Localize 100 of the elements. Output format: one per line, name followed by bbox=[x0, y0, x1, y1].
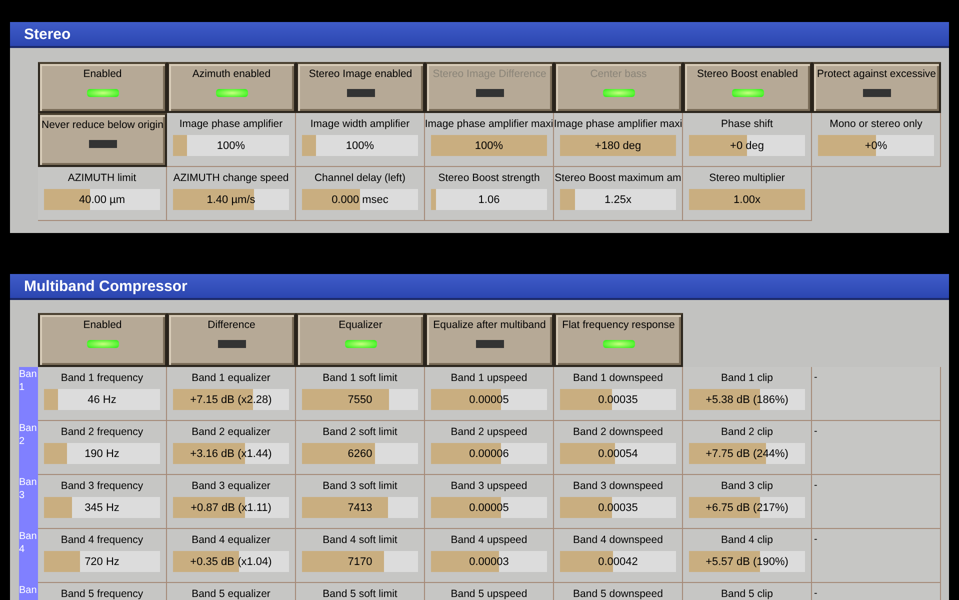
slider-value: 720 Hz bbox=[84, 556, 120, 568]
slider-label: Image phase amplifier maxi bbox=[424, 118, 554, 130]
slider-value: 0.00006 bbox=[469, 448, 509, 460]
slider-track[interactable]: 100% bbox=[173, 135, 289, 156]
slider-track[interactable]: +5.57 dB (190%) bbox=[689, 551, 805, 572]
toggle-button[interactable]: Stereo Image enabled bbox=[296, 62, 425, 113]
slider-track[interactable]: 0.00005 bbox=[431, 389, 547, 410]
slider-label: Image phase amplifier maxi bbox=[554, 118, 682, 130]
slider-value: +0.35 dB (x1.04) bbox=[190, 556, 272, 568]
slider-track[interactable]: 1.00x bbox=[689, 189, 805, 210]
slider-value: 1.40 µm/s bbox=[206, 194, 256, 206]
slider-value: 100% bbox=[216, 140, 246, 152]
toggle-button[interactable]: Difference bbox=[167, 313, 296, 367]
panel-title: Multiband Compressor bbox=[24, 278, 188, 294]
slider-track[interactable]: 0.00003 bbox=[431, 551, 547, 572]
slider-track[interactable]: 0.00035 bbox=[560, 497, 676, 518]
slider-track[interactable]: 190 Hz bbox=[44, 443, 160, 464]
slider-value: 0.00042 bbox=[598, 556, 638, 568]
slider-value: 0.00005 bbox=[469, 502, 509, 514]
slider-track[interactable]: +6.75 dB (217%) bbox=[689, 497, 805, 518]
slider-label: AZIMUTH limit bbox=[68, 172, 136, 184]
slider-value: +5.38 dB (186%) bbox=[706, 394, 788, 406]
slider-track[interactable]: 0.000 msec bbox=[302, 189, 418, 210]
slider-track[interactable]: 46 Hz bbox=[44, 389, 160, 410]
slider-track[interactable]: +7.75 dB (244%) bbox=[689, 443, 805, 464]
dash-text: - bbox=[814, 480, 818, 491]
toggle-button[interactable]: Flat frequency response bbox=[554, 313, 683, 367]
slider-label: Band 4 downspeed bbox=[573, 534, 663, 546]
slider-track[interactable]: +0 deg bbox=[689, 135, 805, 156]
slider-label: Band 4 soft limit bbox=[322, 534, 398, 546]
slider-label: Channel delay (left) bbox=[314, 172, 406, 184]
slider-label: Band 2 upspeed bbox=[450, 426, 528, 438]
toggle-button[interactable]: Stereo Boost enabled bbox=[683, 62, 812, 113]
slider-track[interactable]: 6260 bbox=[302, 443, 418, 464]
slider-label: Band 1 clip bbox=[721, 372, 773, 384]
toggle-button[interactable]: Enabled bbox=[38, 313, 167, 367]
slider-label: Image width amplifier bbox=[310, 118, 410, 130]
toggle-button[interactable]: Never reduce below origin bbox=[38, 113, 167, 167]
slider-value: 0.000 msec bbox=[332, 194, 388, 206]
dash-text: - bbox=[814, 588, 818, 599]
slider-track[interactable]: 100% bbox=[302, 135, 418, 156]
slider-label: Band 3 frequency bbox=[60, 480, 144, 492]
slider-track[interactable]: +0% bbox=[818, 135, 934, 156]
slider-value: 7550 bbox=[348, 394, 372, 406]
slider-label: Band 2 clip bbox=[721, 426, 773, 438]
dash-text: - bbox=[814, 372, 818, 383]
toggle-button[interactable]: Equalize after multiband bbox=[425, 313, 554, 367]
toggle-button[interactable]: Enabled bbox=[38, 62, 167, 113]
slider-track[interactable]: 7170 bbox=[302, 551, 418, 572]
slider-track[interactable]: 40.00 µm bbox=[44, 189, 160, 210]
slider-label: Band 5 frequency bbox=[60, 588, 144, 600]
slider-label: Band 3 downspeed bbox=[573, 480, 663, 492]
slider-track[interactable]: +7.15 dB (x2.28) bbox=[173, 389, 289, 410]
slider-label: Band 2 downspeed bbox=[573, 426, 663, 438]
slider-label: AZIMUTH change speed bbox=[173, 172, 289, 184]
slider-track[interactable]: 0.00006 bbox=[431, 443, 547, 464]
dash-text: - bbox=[814, 426, 818, 437]
slider-track[interactable]: 720 Hz bbox=[44, 551, 160, 572]
slider-track[interactable]: 1.25x bbox=[560, 189, 676, 210]
slider-label: Stereo multiplier bbox=[709, 172, 785, 184]
toggle-button[interactable]: Azimuth enabled bbox=[167, 62, 296, 113]
toggle-button[interactable]: Equalizer bbox=[296, 313, 425, 367]
slider-value: +0.87 dB (x1.11) bbox=[190, 502, 272, 514]
slider-track[interactable]: 7413 bbox=[302, 497, 418, 518]
slider-value: +0% bbox=[864, 140, 888, 152]
slider-label: Band 1 frequency bbox=[60, 372, 144, 384]
slider-track[interactable]: 0.00005 bbox=[431, 497, 547, 518]
slider-track[interactable]: 0.00042 bbox=[560, 551, 676, 572]
slider-value: 0.00054 bbox=[598, 448, 638, 460]
slider-label: Phase shift bbox=[721, 118, 773, 130]
slider-value: 7413 bbox=[348, 502, 372, 514]
slider-track[interactable]: +0.87 dB (x1.11) bbox=[173, 497, 289, 518]
slider-value: 0.00035 bbox=[598, 394, 638, 406]
slider-label: Band 2 soft limit bbox=[322, 426, 398, 438]
slider-label: Band 3 clip bbox=[721, 480, 773, 492]
slider-label: Band 4 clip bbox=[721, 534, 773, 546]
slider-value: 100% bbox=[346, 140, 374, 152]
slider-label: Band 1 upspeed bbox=[450, 372, 528, 384]
slider-value: 1.06 bbox=[478, 194, 500, 206]
toggle-button[interactable]: Protect against excessive bbox=[812, 62, 941, 113]
slider-track[interactable]: +0.35 dB (x1.04) bbox=[173, 551, 289, 572]
slider-value: +5.57 dB (190%) bbox=[706, 556, 788, 568]
slider-track[interactable]: 0.00035 bbox=[560, 389, 676, 410]
slider-track[interactable]: 0.00054 bbox=[560, 443, 676, 464]
slider-track[interactable]: 100% bbox=[431, 135, 547, 156]
slider-label: Band 4 upspeed bbox=[450, 534, 528, 546]
slider-value: 40.00 µm bbox=[78, 194, 126, 206]
slider-track[interactable]: 345 Hz bbox=[44, 497, 160, 518]
slider-value: 7170 bbox=[348, 556, 372, 568]
slider-track[interactable]: +5.38 dB (186%) bbox=[689, 389, 805, 410]
slider-track[interactable]: 7550 bbox=[302, 389, 418, 410]
slider-label: Band 5 upspeed bbox=[450, 588, 528, 600]
slider-track[interactable]: +180 deg bbox=[560, 135, 676, 156]
slider-track[interactable]: +3.16 dB (x1.44) bbox=[173, 443, 289, 464]
slider-track[interactable]: 1.40 µm/s bbox=[173, 189, 289, 210]
slider-value: 46 Hz bbox=[88, 394, 116, 406]
slider-label: Band 2 equalizer bbox=[192, 426, 270, 438]
slider-label: Band 5 equalizer bbox=[192, 588, 270, 600]
slider-value: 100% bbox=[474, 140, 504, 152]
slider-track[interactable]: 1.06 bbox=[431, 189, 547, 210]
